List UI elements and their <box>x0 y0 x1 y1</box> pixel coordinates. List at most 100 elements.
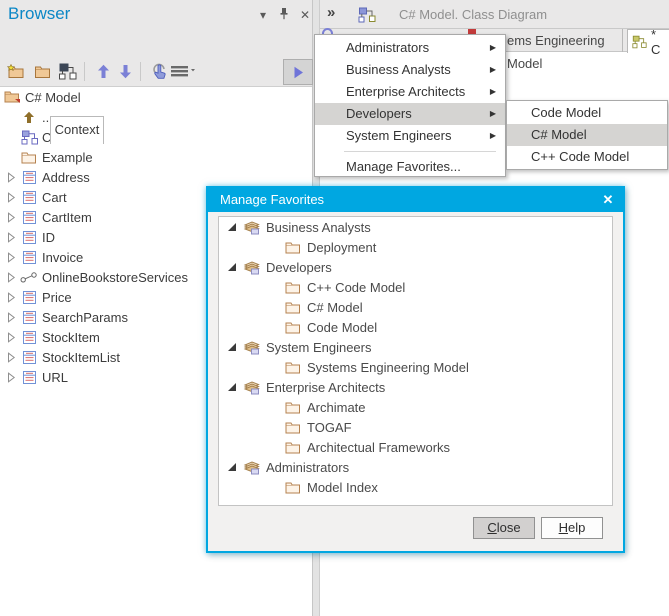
expander-icon[interactable] <box>3 252 19 263</box>
favorites-category-enterprise-architects[interactable]: Enterprise Architects <box>219 377 612 397</box>
menu-item-c-code-model[interactable]: C++ Code Model <box>507 146 667 168</box>
menu-item-system-engineers[interactable]: System Engineers ▶ <box>315 125 505 147</box>
menu-item-business-analysts[interactable]: Business Analysts▶ <box>315 59 505 81</box>
tab-c#-model-active[interactable]: * C <box>627 29 669 53</box>
tree-item-c-model[interactable]: C# Model <box>0 127 312 147</box>
collapse-icon[interactable] <box>227 222 243 232</box>
expander-icon[interactable] <box>3 292 19 303</box>
favorite-item-model-index[interactable]: Model Index <box>219 477 612 497</box>
expander-icon[interactable] <box>3 372 19 383</box>
favorite-item-togaf[interactable]: TOGAF <box>219 417 612 437</box>
close-icon[interactable]: ✕ <box>600 192 616 208</box>
expander-icon[interactable] <box>3 352 19 363</box>
card-index-icon <box>243 340 261 355</box>
favorites-category-business-analysts[interactable]: Business Analysts <box>219 217 612 237</box>
class-icon <box>19 291 39 304</box>
folder-icon <box>285 321 301 334</box>
tab-context[interactable]: Context <box>50 116 104 144</box>
favorites-category-system-engineers[interactable]: System Engineers <box>219 337 612 357</box>
submenu-arrow-icon: ▶ <box>490 103 496 125</box>
folder-icon <box>285 301 301 314</box>
tree-item-address[interactable]: Address <box>0 167 312 187</box>
tree-item-c-model[interactable]: C# Model <box>0 87 312 107</box>
menu-item-label: C# Model <box>531 127 587 142</box>
collapse-icon[interactable] <box>227 262 243 272</box>
favorites-category-developers[interactable]: Developers <box>219 257 612 277</box>
menu-item-label: Code Model <box>531 105 601 120</box>
tree-item-label: StockItem <box>42 330 100 345</box>
menu-item-c-model[interactable]: C# Model <box>507 124 667 146</box>
browser-panel-title: Browser <box>8 4 70 24</box>
favorite-item-architectual-frameworks[interactable]: Architectual Frameworks <box>219 437 612 457</box>
favorite-item-c-model[interactable]: C# Model <box>219 297 612 317</box>
model-root-icon <box>2 90 22 104</box>
menu-item-label: Developers <box>346 106 412 121</box>
class-icon <box>19 371 39 384</box>
tree-item-label: ID <box>42 230 55 245</box>
menu-item-enterprise-architects[interactable]: Enterprise Architects▶ <box>315 81 505 103</box>
folder-icon <box>285 361 301 374</box>
category-label: Enterprise Architects <box>266 380 385 395</box>
expander-icon[interactable] <box>3 212 19 223</box>
class-icon <box>19 351 39 364</box>
menu-item-administrators[interactable]: Administrators ▶ <box>315 37 505 59</box>
browser-toolbar <box>0 29 312 57</box>
folder-icon <box>285 441 301 454</box>
collapse-icon[interactable] <box>227 462 243 472</box>
folder-icon <box>285 401 301 414</box>
pin-icon[interactable] <box>276 7 292 23</box>
favorite-item-archimate[interactable]: Archimate <box>219 397 612 417</box>
chevron-down-icon[interactable]: ▾ <box>255 7 271 23</box>
close-button[interactable]: Close <box>473 517 535 539</box>
class-icon <box>19 211 39 224</box>
collapse-icon[interactable] <box>227 382 243 392</box>
tree-item-example[interactable]: Example <box>0 147 312 167</box>
class-icon <box>19 231 39 244</box>
menu-item-developers[interactable]: Developers ▶ <box>315 103 505 125</box>
menu-item-label: Administrators <box>346 40 429 55</box>
expander-icon[interactable] <box>3 232 19 243</box>
help-button[interactable]: Help <box>541 517 603 539</box>
diagram-icon <box>358 7 376 26</box>
tree-item-item[interactable]: ... <box>0 107 312 127</box>
tree-item-label: Cart <box>42 190 67 205</box>
collapse-icon[interactable] <box>227 342 243 352</box>
favorites-category-administrators[interactable]: Administrators <box>219 457 612 477</box>
expander-icon[interactable] <box>3 192 19 203</box>
favorite-item-deployment[interactable]: Deployment <box>219 237 612 257</box>
menu-item-code-model[interactable]: Code Model <box>507 102 667 124</box>
favorite-item-label: Model Index <box>307 480 378 495</box>
menu-item-label: System Engineers <box>346 128 452 143</box>
expander-icon[interactable] <box>3 172 19 183</box>
expander-icon[interactable] <box>3 272 19 283</box>
dialog-titlebar[interactable]: Manage Favorites ✕ <box>208 188 623 212</box>
tree-item-label: URL <box>42 370 68 385</box>
close-icon[interactable]: ✕ <box>297 7 313 23</box>
chevrons-right-icon[interactable]: » <box>327 4 335 21</box>
tab-systems-engineering-model[interactable]: ems Engineering Model <box>497 29 623 52</box>
card-index-icon <box>243 380 261 395</box>
browser-titlebar: Browser ▾ ✕ <box>0 0 312 29</box>
diagram-icon <box>632 35 647 49</box>
expander-icon[interactable] <box>3 312 19 323</box>
favorite-item-label: Code Model <box>307 320 377 335</box>
submenu-arrow-icon: ▶ <box>490 37 496 59</box>
browser-tabstrip: ProjectContextDiagramElement <box>0 57 313 86</box>
submenu-arrow-icon: ▶ <box>490 81 496 103</box>
category-label: Administrators <box>266 460 349 475</box>
favorites-tree: Business AnalystsDeploymentDevelopersC++… <box>218 216 613 506</box>
menu-item-label: C++ Code Model <box>531 149 629 164</box>
tab-label: * C <box>651 27 669 57</box>
card-index-icon <box>243 260 261 275</box>
nav-up-icon <box>19 111 39 124</box>
expander-icon[interactable] <box>3 332 19 343</box>
folder-icon <box>285 241 301 254</box>
favorite-item-c-code-model[interactable]: C++ Code Model <box>219 277 612 297</box>
menu-item-manage-favorites[interactable]: Manage Favorites... <box>315 156 505 178</box>
favorite-item-systems-engineering-model[interactable]: Systems Engineering Model <box>219 357 612 377</box>
submenu-arrow-icon: ▶ <box>490 125 496 147</box>
class-icon <box>19 171 39 184</box>
tree-item-label: SearchParams <box>42 310 128 325</box>
diagram-icon <box>19 130 39 145</box>
favorite-item-code-model[interactable]: Code Model <box>219 317 612 337</box>
